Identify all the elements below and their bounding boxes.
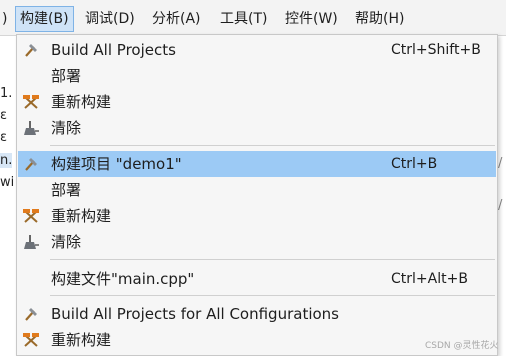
menu-item-label: 部署 [51,181,82,199]
menu-item-label: 部署 [51,67,82,85]
editor-text-fragment: ɛ [0,108,8,123]
menu-separator [50,295,495,296]
menu-partial-item[interactable]: ) [0,6,11,32]
menu-analyze[interactable]: 分析(A) [148,6,205,32]
menu-item-label: 重新构建 [51,331,112,349]
menu-help[interactable]: 帮助(H) [351,6,408,32]
rebuild-hammers-icon [22,331,40,349]
menu-item-shortcut: Ctrl+Alt+B [391,271,468,287]
hammer-icon [22,155,40,173]
menu-item-label: 构建项目 "demo1" [51,155,182,173]
menu-item-deploy[interactable]: 部署 [18,63,496,89]
rebuild-hammers-icon [22,93,40,111]
editor-text-fragment: n. [0,153,13,168]
menu-item-deploy-project[interactable]: 部署 [18,177,496,203]
menu-bar: ) 构建(B) 调试(D) 分析(A) 工具(T) 控件(W) 帮助(H) [0,0,506,36]
menu-item-shortcut: Ctrl+Shift+B [391,42,481,58]
watermark-text: CSDN @灵性花火 [425,341,499,351]
menu-tools[interactable]: 工具(T) [216,6,271,32]
editor-text-fragment: / [498,198,503,213]
menu-item-rebuild-project[interactable]: 重新构建 [18,203,496,229]
broom-icon [22,233,40,251]
menu-separator [50,259,495,260]
editor-background: 1. ɛ ɛ n. wi [0,36,16,356]
menu-item-clean-project[interactable]: 清除 [18,229,496,255]
editor-text-fragment: 1. [0,86,13,101]
menu-item-label: 重新构建 [51,93,112,111]
menu-controls[interactable]: 控件(W) [281,6,342,32]
menu-build[interactable]: 构建(B) [15,6,74,32]
menu-item-build-all-configurations[interactable]: Build All Projects for All Configuration… [18,301,496,327]
menu-item-label: Build All Projects [51,41,176,59]
menu-item-label: Build All Projects for All Configuration… [51,305,339,323]
editor-text-fragment: / [498,156,503,171]
menu-debug[interactable]: 调试(D) [81,6,139,32]
hammer-icon [22,305,40,323]
menu-item-clean[interactable]: 清除 [18,115,496,141]
menu-item-label: 构建文件"main.cpp" [51,270,195,288]
broom-icon [22,119,40,137]
menu-separator [50,145,495,146]
menu-item-label: 清除 [51,119,82,137]
menu-item-rebuild[interactable]: 重新构建 [18,89,496,115]
editor-text-fragment: wi [0,175,15,190]
menu-item-build-all-projects[interactable]: Build All Projects Ctrl+Shift+B [18,37,496,63]
build-menu-dropdown: Build All Projects Ctrl+Shift+B 部署 重新构建 … [16,34,498,356]
rebuild-hammers-icon [22,207,40,225]
menu-item-label: 重新构建 [51,207,112,225]
menu-item-shortcut: Ctrl+B [391,156,438,172]
hammer-icon [22,41,40,59]
menu-item-build-file[interactable]: 构建文件"main.cpp" Ctrl+Alt+B [18,266,496,292]
menu-item-build-project[interactable]: 构建项目 "demo1" Ctrl+B [18,151,496,177]
menu-item-label: 清除 [51,233,82,251]
editor-text-fragment: ɛ [0,130,8,145]
